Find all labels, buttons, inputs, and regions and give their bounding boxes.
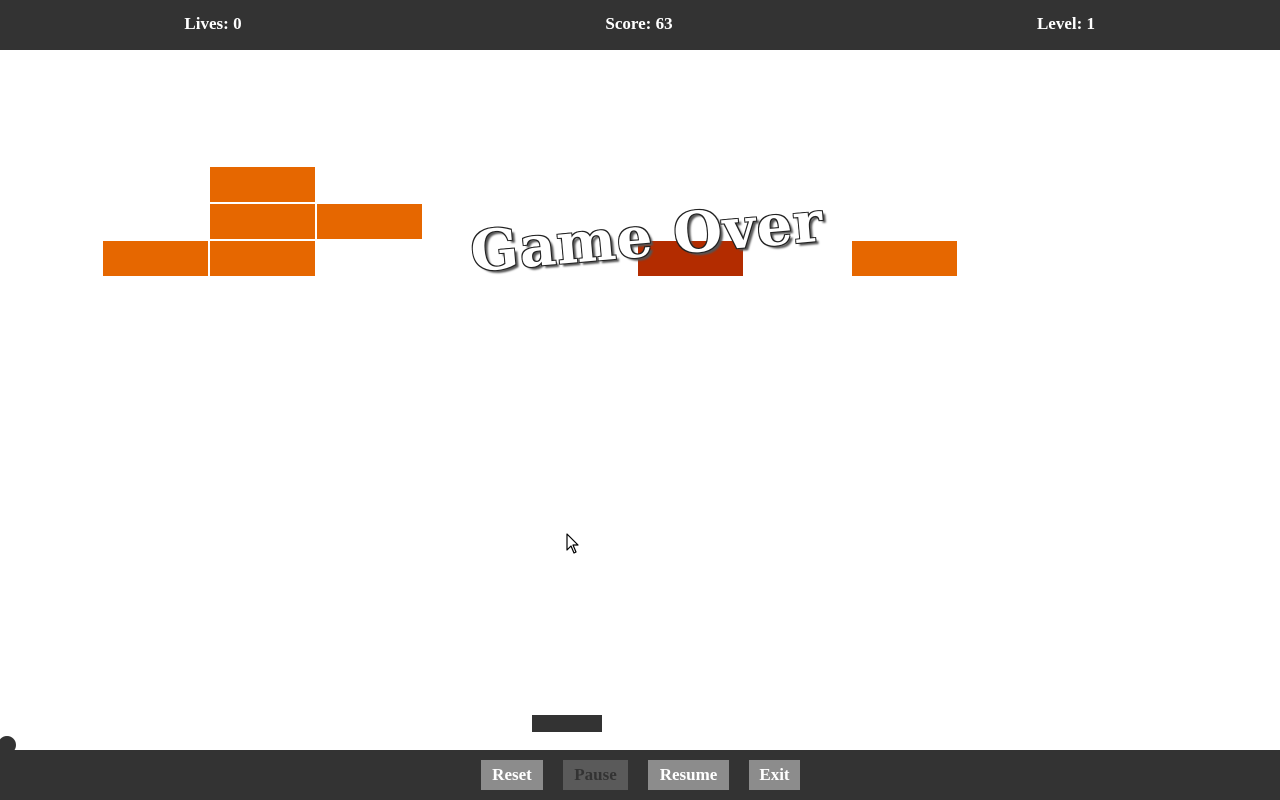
lives-counter: Lives: 0 — [184, 14, 242, 33]
level-indicator: Level: 1 — [1036, 14, 1096, 33]
brick — [317, 204, 422, 239]
brick — [210, 167, 315, 202]
brick — [103, 241, 208, 276]
control-bar: Reset Pause Resume Exit — [0, 750, 1280, 800]
mouse-cursor-icon — [566, 533, 579, 554]
resume-button[interactable]: Resume — [648, 760, 729, 790]
exit-button[interactable]: Exit — [749, 760, 800, 790]
paddle[interactable] — [532, 715, 602, 732]
ball — [0, 736, 16, 750]
brick — [210, 241, 315, 276]
score-counter: Score: 63 — [605, 14, 673, 33]
hud-bar: Lives: 0 Score: 63 Level: 1 — [0, 0, 1280, 50]
game-canvas[interactable]: Game Over — [0, 50, 1280, 750]
pause-button[interactable]: Pause — [563, 760, 628, 790]
brick — [852, 241, 957, 276]
reset-button[interactable]: Reset — [481, 760, 543, 790]
brick — [210, 204, 315, 239]
